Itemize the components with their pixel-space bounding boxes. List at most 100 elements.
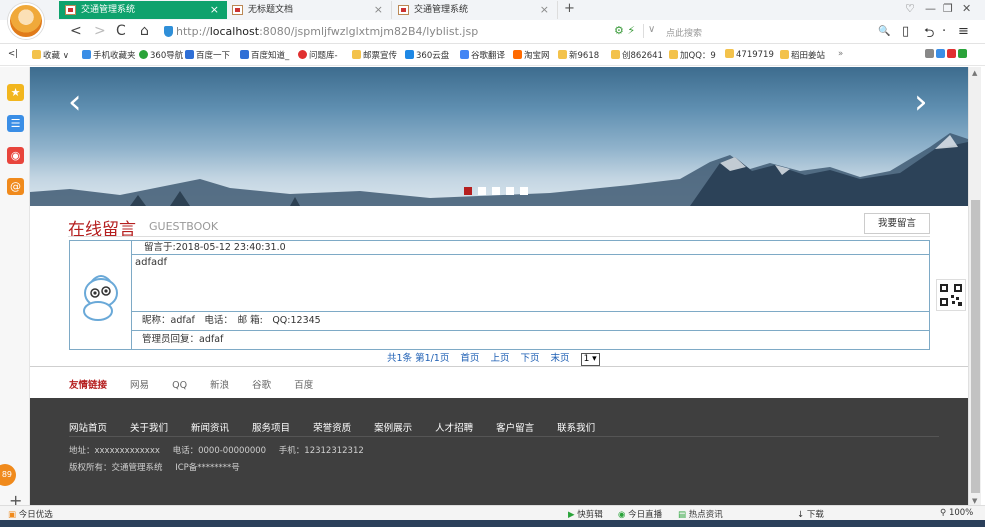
home-button[interactable]: ⌂ xyxy=(140,23,149,39)
bookmark-question-bank[interactable]: 问题库- xyxy=(298,49,338,61)
qr-code-icon[interactable] xyxy=(936,279,966,311)
footer-nav-honors[interactable]: 荣誉资质 xyxy=(313,423,351,434)
footer-nav-news[interactable]: 新闻资讯 xyxy=(191,423,229,434)
more-dot-icon[interactable]: · xyxy=(942,24,946,39)
friend-link-google[interactable]: 谷歌 xyxy=(252,380,271,391)
news-icon: ▤ xyxy=(678,510,689,520)
bookmark-360nav[interactable]: 360导航 xyxy=(139,49,183,61)
banner-dot-5[interactable] xyxy=(520,187,528,195)
close-window-button[interactable]: ✕ xyxy=(962,2,971,15)
search-icon[interactable]: 🔍 xyxy=(878,26,890,37)
bookmark-mobile[interactable]: 手机收藏夹 xyxy=(82,49,136,61)
minimize-button[interactable]: — xyxy=(925,2,936,15)
scroll-down-icon[interactable]: ▼ xyxy=(972,497,977,505)
prev-page-link[interactable]: 上页 xyxy=(490,353,509,364)
address-bar: < > C ⌂ http://localhost:8080/jspmljfwzl… xyxy=(0,20,985,44)
bookmark-favorites[interactable]: 收藏 ∨ xyxy=(32,49,69,61)
tab-close-icon[interactable]: × xyxy=(374,1,383,19)
banner-dot-3[interactable] xyxy=(492,187,500,195)
footer-nav-messages[interactable]: 客户留言 xyxy=(496,423,534,434)
tab-close-icon[interactable]: × xyxy=(210,1,219,19)
friend-links-label: 友情链接 xyxy=(69,380,108,391)
favorites-star-icon[interactable]: ★ xyxy=(7,84,24,101)
footer-nav-contact[interactable]: 联系我们 xyxy=(557,423,595,434)
banner-prev-arrow-icon[interactable]: ‹ xyxy=(68,85,82,119)
extension-icons[interactable] xyxy=(925,49,969,60)
bookmark-360cloud[interactable]: 360云盘 xyxy=(405,49,449,61)
new-tab-button[interactable]: + xyxy=(564,1,575,16)
bookmark-folder-5[interactable]: 稻田姜站 xyxy=(780,49,825,61)
phone-icon[interactable]: ▯ xyxy=(902,24,909,39)
bookmark-taobao[interactable]: 淘宝网 xyxy=(513,49,550,61)
reading-list-icon[interactable]: ☰ xyxy=(7,115,24,132)
bookmark-google-translate[interactable]: 谷歌翻译 xyxy=(460,49,505,61)
footer-nav-jobs[interactable]: 人才招聘 xyxy=(435,423,473,434)
folder-icon xyxy=(558,50,567,59)
daily-picks[interactable]: ▣ 今日优选 xyxy=(8,508,53,520)
friend-link-baidu[interactable]: 百度 xyxy=(294,380,313,391)
tab-untitled-document[interactable]: 无标题文档 × xyxy=(226,1,392,19)
last-page-link[interactable]: 末页 xyxy=(551,353,570,364)
page-scrollbar[interactable]: ▲ ▼ xyxy=(968,67,981,508)
cloud-icon xyxy=(405,50,414,59)
write-message-button[interactable]: 我要留言 xyxy=(864,213,930,234)
first-page-link[interactable]: 首页 xyxy=(460,353,479,364)
live-today[interactable]: ◉ 今日直播 xyxy=(618,508,662,520)
web-page: ‹ › 在线留言 GUESTBOOK 我要留言 留言于:2018-05-12 2… xyxy=(30,67,968,508)
bookmark-stamp[interactable]: 邮票宣传 xyxy=(352,49,397,61)
downloads[interactable]: ↓ 下载 xyxy=(797,508,824,520)
friend-link-qq[interactable]: QQ xyxy=(172,380,187,391)
mail-icon xyxy=(947,49,956,58)
chevron-down-icon[interactable]: ∨ xyxy=(648,24,655,35)
menu-icon[interactable]: ≡ xyxy=(958,24,969,39)
bookmark-baidu[interactable]: 百度一下 xyxy=(185,49,230,61)
footer-nav-home[interactable]: 网站首页 xyxy=(69,423,107,434)
left-sidebar: ★ ☰ ◉ @ 89 + xyxy=(0,67,30,510)
bookmark-baidu-zhidao[interactable]: 百度知道_ xyxy=(240,49,289,61)
url-input[interactable]: http://localhost:8080/jspmljfwzlglxtmjm8… xyxy=(176,25,478,38)
footer-nav-services[interactable]: 服务项目 xyxy=(252,423,290,434)
site-footer: 网站首页 关于我们 新闻资讯 服务项目 荣誉资质 案例展示 人才招聘 客户留言 联系我们 地址：… xyxy=(30,398,968,508)
next-page-link[interactable]: 下页 xyxy=(520,353,539,364)
forward-button[interactable]: > xyxy=(94,23,106,39)
os-taskbar xyxy=(0,520,985,527)
tab-transport-system-2[interactable]: 交通管理系统 × xyxy=(392,1,558,19)
user-avatar[interactable] xyxy=(8,3,44,39)
scrollbar-thumb[interactable] xyxy=(971,200,980,493)
back-button[interactable]: < xyxy=(70,23,82,39)
notification-badge[interactable]: 89 xyxy=(0,464,16,486)
tab-title: 无标题文档 xyxy=(248,5,294,15)
banner-dot-4[interactable] xyxy=(506,187,514,195)
quick-edit[interactable]: ▶ 快剪辑 xyxy=(568,508,603,520)
bookmark-folder-1[interactable]: 新9618 xyxy=(558,49,599,61)
scroll-up-icon[interactable]: ▲ xyxy=(972,69,977,77)
tab-transport-system[interactable]: 交通管理系统 × xyxy=(59,1,227,19)
restore-button[interactable]: ❐ xyxy=(943,2,953,15)
banner-next-arrow-icon[interactable]: › xyxy=(914,85,928,119)
bookmarks-toggle[interactable]: <| xyxy=(8,49,18,59)
friend-link-netease[interactable]: 网易 xyxy=(130,380,149,391)
weibo-icon[interactable]: ◉ xyxy=(7,147,24,164)
skin-icon[interactable]: ♡ xyxy=(905,2,915,15)
zoom-level[interactable]: ⚲ 100% xyxy=(940,508,973,518)
bookmark-folder-3[interactable]: 加QQ：9 xyxy=(669,49,716,61)
footer-nav-cases[interactable]: 案例展示 xyxy=(374,423,412,434)
friend-link-sina[interactable]: 新浪 xyxy=(210,380,229,391)
page-select[interactable]: 1 ▾ xyxy=(580,353,600,366)
mail-at-icon[interactable]: @ xyxy=(7,178,24,195)
play-icon: ◉ xyxy=(618,510,629,520)
search-input[interactable]: 点此搜索 xyxy=(666,26,702,39)
folder-icon xyxy=(780,50,789,59)
folder-icon xyxy=(725,49,734,58)
bookmark-folder-2[interactable]: 创862641 xyxy=(611,49,663,61)
banner-dot-1[interactable] xyxy=(464,187,472,195)
bookmark-folder-4[interactable]: 4719719 xyxy=(725,49,774,60)
footer-nav-about[interactable]: 关于我们 xyxy=(130,423,168,434)
bookmarks-more-button[interactable]: » xyxy=(838,49,843,59)
undo-icon[interactable]: ⮌ xyxy=(924,24,934,46)
speed-mode-icon[interactable]: ⚙ ⚡ xyxy=(614,24,635,37)
hot-news[interactable]: ▤ 热点资讯 xyxy=(678,508,723,520)
reload-button[interactable]: C xyxy=(116,23,126,39)
tab-close-icon[interactable]: × xyxy=(540,1,549,19)
banner-dot-2[interactable] xyxy=(478,187,486,195)
